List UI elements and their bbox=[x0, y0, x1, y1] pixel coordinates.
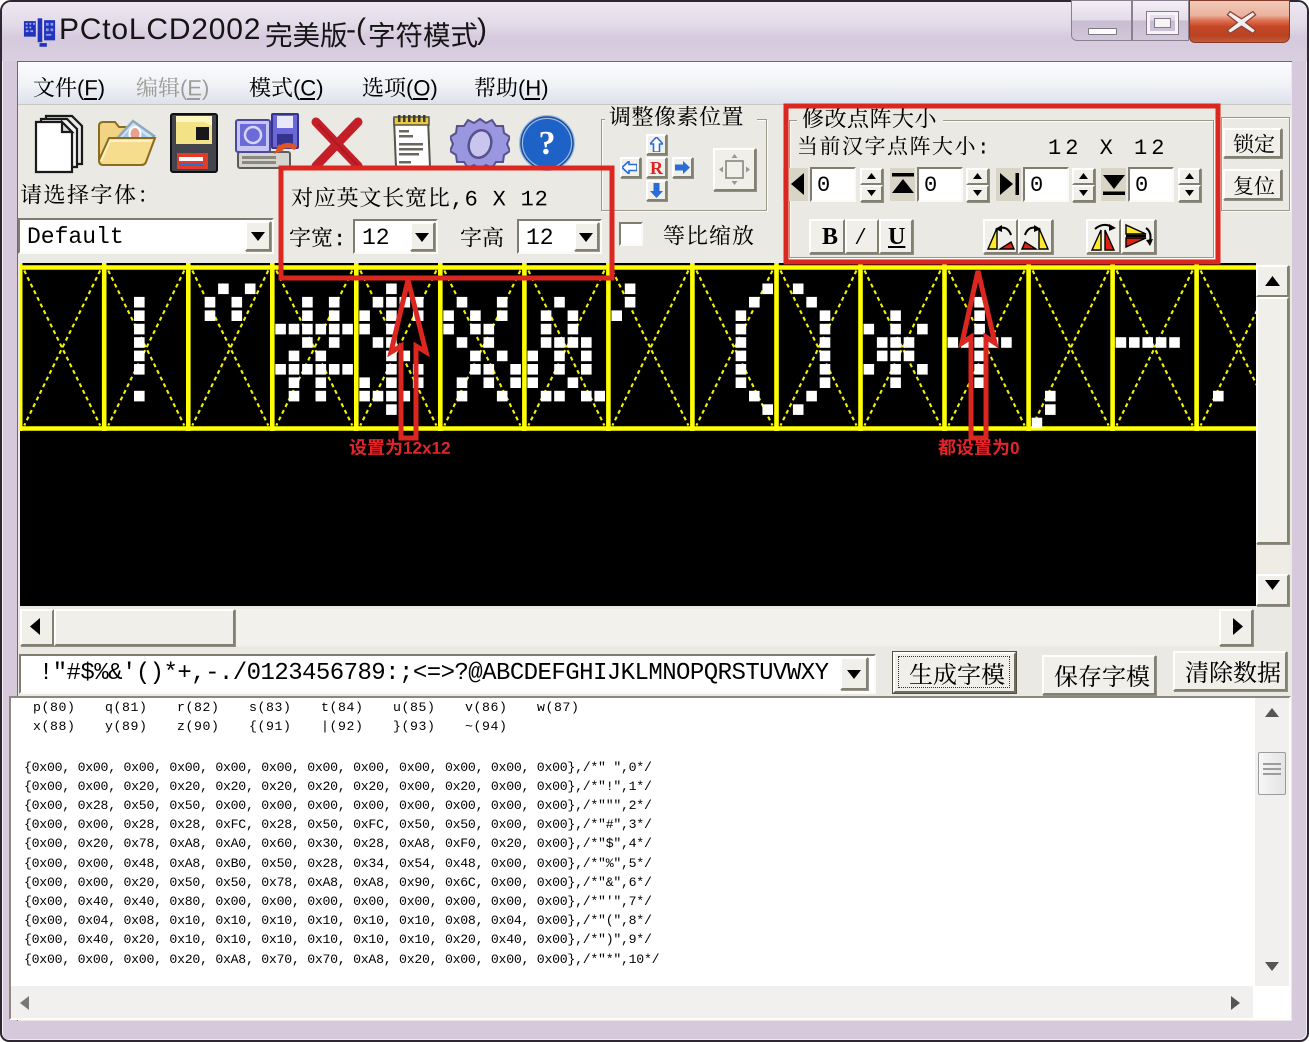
svg-text:?: ? bbox=[539, 125, 556, 162]
